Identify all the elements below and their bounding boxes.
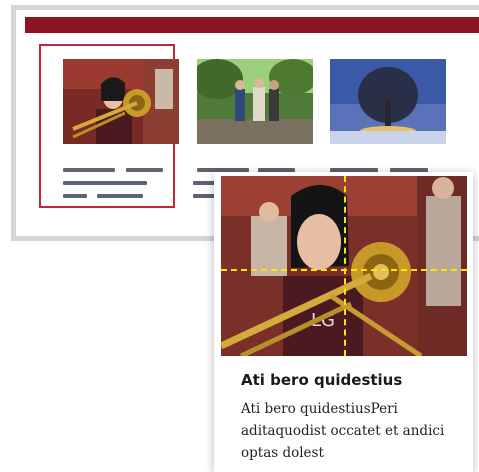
text-line (97, 194, 143, 198)
focal-point-vertical-guide (344, 176, 346, 356)
text-line (63, 181, 147, 185)
winter-tree-thumbnail[interactable] (330, 59, 446, 144)
preview-title: Ati bero quidestius (241, 371, 403, 389)
header-bar (25, 17, 479, 33)
text-line (126, 168, 163, 172)
trombone-player-thumbnail[interactable] (63, 59, 179, 144)
text-line (63, 168, 115, 172)
group-photo-thumbnail[interactable] (197, 59, 313, 144)
preview-description: Ati bero quidestiusPeri aditaquodist occ… (241, 401, 445, 461)
focal-point-horizontal-guide (221, 269, 467, 271)
trombone-player-preview-image: LG (221, 176, 467, 356)
text-line (63, 194, 87, 198)
image-preview-popover: LG Ati bero quidestius Ati bero quidesti… (214, 172, 473, 472)
